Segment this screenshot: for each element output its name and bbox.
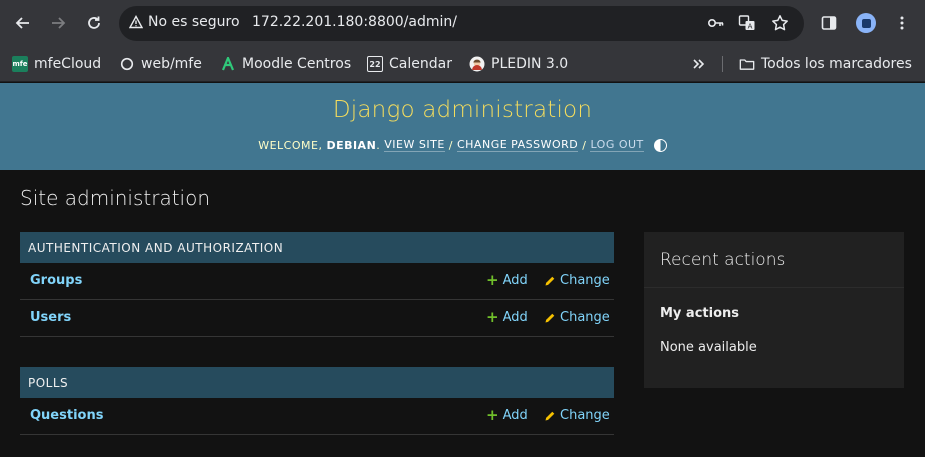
reload-icon [88, 16, 100, 29]
bookmarks-divider [722, 56, 723, 72]
add-label: Add [502, 310, 528, 325]
forward-arrow-icon [52, 17, 66, 29]
table-row: Questions + Add Change [20, 398, 614, 435]
bookmark-star-button[interactable] [770, 13, 790, 33]
pledin-icon [469, 56, 485, 72]
empty-actions-text: None available [660, 340, 757, 355]
change-groups-link[interactable]: Change [544, 273, 610, 288]
globe-icon [119, 56, 135, 72]
profile-button[interactable] [856, 13, 876, 33]
add-label: Add [502, 273, 528, 288]
model-link-users[interactable]: Users [30, 310, 71, 325]
more-bookmarks-button[interactable] [691, 53, 705, 75]
bookmark-calendar[interactable]: 22 Calendar [367, 53, 452, 75]
forward-button[interactable] [48, 13, 68, 33]
separator: / [444, 138, 457, 152]
back-arrow-icon [15, 17, 29, 29]
warning-icon [129, 15, 143, 29]
change-label: Change [560, 273, 610, 288]
divider [644, 287, 904, 288]
star-icon [772, 15, 788, 31]
plus-icon: + [486, 406, 499, 424]
table-row: Groups + Add Change [20, 263, 614, 300]
change-questions-link[interactable]: Change [544, 408, 610, 423]
add-label: Add [502, 408, 528, 423]
url-text[interactable]: 172.22.201.180:8800/admin/ [252, 14, 457, 30]
key-icon [707, 19, 724, 28]
profile-avatar [856, 13, 876, 33]
module-polls: POLLS Questions + Add Change [20, 367, 614, 435]
view-site-link[interactable]: VIEW SITE [384, 138, 445, 152]
bookmarks-bar: mfe mfeCloud web/mfe Moodle Centros 22 C… [0, 46, 925, 82]
kebab-menu-icon [900, 16, 904, 30]
bookmark-mfecloud[interactable]: mfe mfeCloud [12, 53, 101, 75]
back-button[interactable] [13, 13, 33, 33]
side-panel-icon [821, 16, 837, 30]
change-label: Change [560, 310, 610, 325]
bookmark-label: PLEDIN 3.0 [491, 56, 569, 72]
moodle-icon [220, 56, 236, 72]
double-chevron-right-icon [693, 59, 705, 69]
change-password-link[interactable]: CHANGE PASSWORD [456, 138, 579, 152]
pencil-icon [545, 276, 555, 285]
my-actions-heading: My actions [660, 306, 740, 321]
site-security-chip[interactable]: No es seguro [129, 14, 240, 30]
all-bookmarks-label: Todos los marcadores [761, 56, 912, 72]
pencil-icon [545, 313, 555, 322]
separator: / [578, 138, 591, 152]
folder-icon [739, 56, 755, 72]
calendar-icon: 22 [367, 56, 383, 72]
add-groups-link[interactable]: + Add [486, 271, 528, 289]
bookmark-label: Calendar [389, 56, 452, 72]
address-bar[interactable]: No es seguro 172.22.201.180:8800/admin/ … [119, 6, 804, 41]
bookmark-moodle-centros[interactable]: Moodle Centros [220, 53, 351, 75]
change-users-link[interactable]: Change [544, 310, 610, 325]
password-key-button[interactable] [706, 13, 726, 33]
svg-text:A: A [748, 23, 753, 31]
django-header: Django administration WELCOME, DEBIAN . … [0, 83, 925, 170]
site-title[interactable]: Django administration [0, 97, 925, 123]
bookmark-pledin[interactable]: PLEDIN 3.0 [469, 53, 568, 75]
module-auth: AUTHENTICATION AND AUTHORIZATION Groups … [20, 232, 614, 337]
translate-icon: A [738, 15, 755, 31]
model-link-groups[interactable]: Groups [30, 273, 82, 288]
bookmark-label: mfeCloud [34, 56, 102, 72]
reload-button[interactable] [84, 13, 104, 33]
log-out-link[interactable]: LOG OUT [590, 138, 644, 152]
side-panel-button[interactable] [819, 13, 839, 33]
change-label: Change [560, 408, 610, 423]
bookmark-label: Moodle Centros [242, 56, 352, 72]
add-users-link[interactable]: + Add [486, 308, 528, 326]
add-questions-link[interactable]: + Add [486, 406, 528, 424]
bookmark-label: web/mfe [141, 56, 202, 72]
table-row: Users + Add Change [20, 300, 614, 337]
plus-icon: + [486, 308, 499, 326]
all-bookmarks-button[interactable]: Todos los marcadores [739, 53, 912, 75]
module-caption[interactable]: AUTHENTICATION AND AUTHORIZATION [20, 232, 614, 263]
mfe-logo-icon: mfe [12, 56, 28, 72]
translate-button[interactable]: A [737, 13, 757, 33]
welcome-text: WELCOME, [258, 138, 323, 152]
model-link-questions[interactable]: Questions [30, 408, 103, 423]
recent-actions-panel: Recent actions My actions None available [644, 232, 904, 388]
browser-menu-button[interactable] [892, 13, 912, 33]
module-caption[interactable]: POLLS [20, 367, 614, 398]
page-title: Site administration [20, 186, 211, 210]
plus-icon: + [486, 271, 499, 289]
user-tools: WELCOME, DEBIAN . VIEW SITE / CHANGE PAS… [0, 138, 925, 152]
browser-toolbar: No es seguro 172.22.201.180:8800/admin/ … [0, 0, 925, 46]
security-label: No es seguro [148, 14, 240, 30]
theme-toggle-icon[interactable] [653, 138, 667, 152]
username: DEBIAN [326, 138, 377, 152]
pencil-icon [545, 411, 555, 420]
bookmark-web-mfe[interactable]: web/mfe [119, 53, 202, 75]
recent-actions-title: Recent actions [660, 250, 786, 270]
